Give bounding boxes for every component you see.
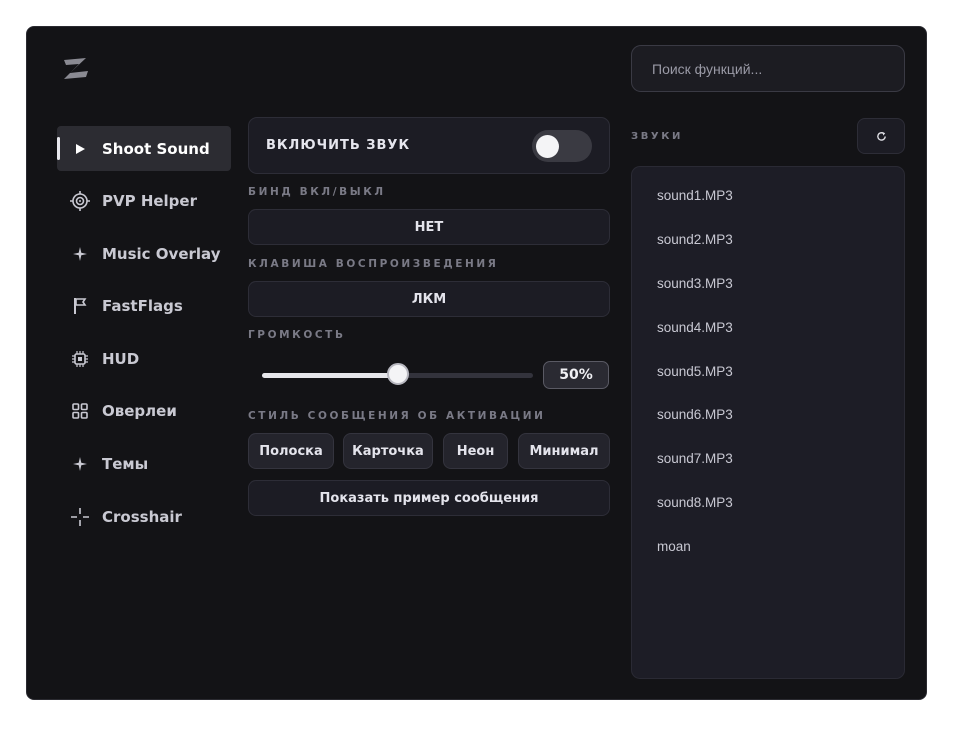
play-key-button[interactable]: ЛКМ — [248, 281, 610, 317]
volume-label: ГРОМКОСТЬ — [248, 329, 346, 341]
sidebar-item-label: HUD — [102, 349, 140, 368]
style-minimal-button[interactable]: Минимал — [518, 433, 610, 469]
chip-icon — [57, 350, 102, 368]
play-key-label: КЛАВИША ВОСПРОИЗВЕДЕНИЯ — [248, 258, 499, 270]
list-item[interactable]: sound3.MP3 — [632, 262, 904, 306]
sidebar-item-shoot-sound[interactable]: Shoot Sound — [57, 126, 231, 171]
sidebar-item-label: FastFlags — [102, 297, 183, 316]
refresh-button[interactable] — [857, 118, 905, 154]
sparkle-icon — [57, 246, 102, 262]
sidebar-item-fastflags[interactable]: FastFlags — [57, 284, 231, 329]
crosshair-icon — [57, 507, 102, 527]
sidebar: Shoot Sound PVP Helper Music Overlay Fas… — [57, 126, 231, 547]
sparkle-icon — [57, 456, 102, 472]
sidebar-item-label: Темы — [102, 455, 149, 474]
list-item[interactable]: sound2.MP3 — [632, 218, 904, 262]
volume-value: 50% — [543, 361, 609, 389]
sounds-label: ЗВУКИ — [631, 131, 683, 142]
list-item[interactable]: moan — [632, 524, 904, 568]
list-item[interactable]: sound1.MP3 — [632, 174, 904, 218]
style-neon-button[interactable]: Неон — [443, 433, 508, 469]
sidebar-item-label: Music Overlay — [102, 244, 221, 263]
sidebar-item-music-overlay[interactable]: Music Overlay — [57, 231, 231, 276]
sidebar-item-themes[interactable]: Темы — [57, 442, 231, 487]
sound-list: sound1.MP3 sound2.MP3 sound3.MP3 sound4.… — [631, 166, 905, 679]
sidebar-item-crosshair[interactable]: Crosshair — [57, 494, 231, 539]
search-box[interactable] — [631, 45, 905, 92]
sidebar-item-hud[interactable]: HUD — [57, 336, 231, 381]
list-item[interactable]: sound7.MP3 — [632, 437, 904, 481]
enable-sound-toggle[interactable] — [532, 129, 592, 162]
bind-button[interactable]: НЕТ — [248, 209, 610, 245]
style-card-button[interactable]: Карточка — [343, 433, 433, 469]
volume-slider[interactable] — [262, 363, 533, 385]
preview-message-button[interactable]: Показать пример сообщения — [248, 480, 610, 516]
sidebar-item-label: PVP Helper — [102, 192, 197, 211]
list-item[interactable]: sound8.MP3 — [632, 481, 904, 525]
sidebar-item-label: Shoot Sound — [102, 139, 210, 158]
slider-fill — [262, 373, 398, 378]
list-item[interactable]: sound6.MP3 — [632, 393, 904, 437]
play-icon — [57, 143, 102, 155]
sidebar-item-pvp-helper[interactable]: PVP Helper — [57, 179, 231, 224]
sidebar-item-label: Crosshair — [102, 507, 182, 526]
slider-thumb[interactable] — [386, 363, 409, 385]
target-icon — [57, 191, 102, 212]
sidebar-item-overlays[interactable]: Оверлеи — [57, 389, 231, 434]
sidebar-item-label: Оверлеи — [102, 402, 177, 421]
search-input[interactable] — [650, 59, 886, 78]
grid-icon — [57, 403, 102, 420]
style-label: СТИЛЬ СООБЩЕНИЯ ОБ АКТИВАЦИИ — [248, 410, 546, 422]
logo-icon — [64, 58, 88, 79]
toggle-knob — [536, 134, 559, 158]
enable-sound-label: ВКЛЮЧИТЬ ЗВУК — [266, 138, 411, 153]
style-strip-button[interactable]: Полоска — [248, 433, 334, 469]
refresh-icon — [876, 131, 886, 141]
flag-icon — [57, 297, 102, 315]
list-item[interactable]: sound5.MP3 — [632, 349, 904, 393]
list-item[interactable]: sound4.MP3 — [632, 305, 904, 349]
bind-label: БИНД ВКЛ/ВЫКЛ — [248, 186, 386, 198]
enable-sound-card: ВКЛЮЧИТЬ ЗВУК — [248, 117, 610, 174]
